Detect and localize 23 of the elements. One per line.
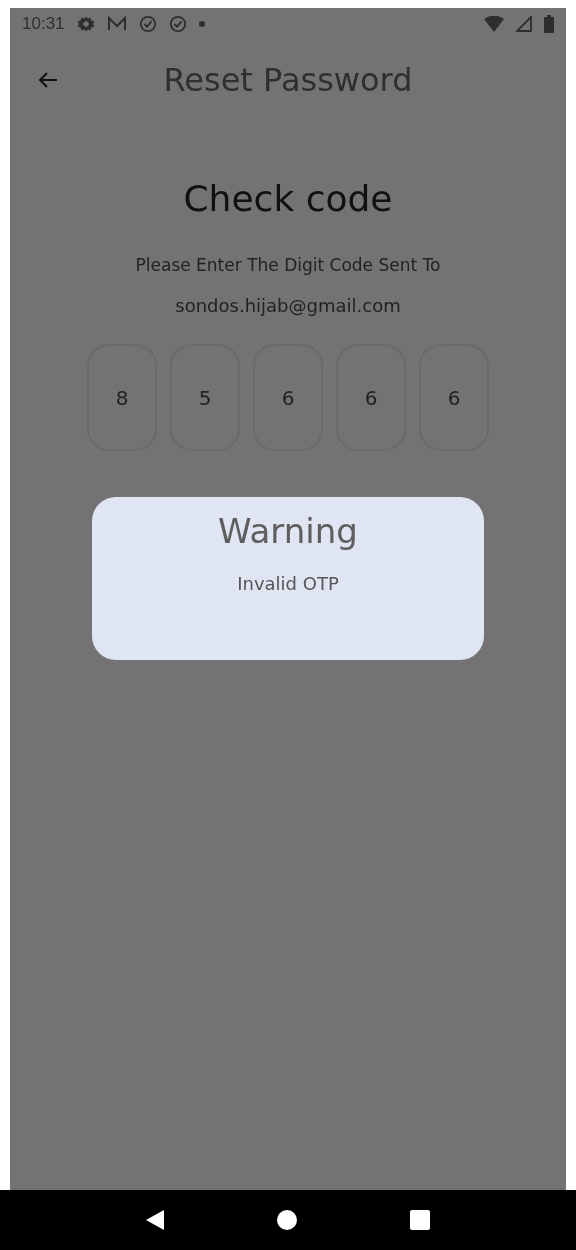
wifi-icon xyxy=(484,16,504,32)
dialog-title: Warning xyxy=(218,511,358,551)
check-circle-icon xyxy=(138,15,157,33)
dot-icon xyxy=(198,21,205,27)
mail-icon xyxy=(106,16,127,32)
code-digit-field[interactable]: 8 xyxy=(87,344,157,451)
recents-nav-icon[interactable] xyxy=(409,1210,430,1230)
status-time: 10:31 xyxy=(22,14,65,34)
code-digit-field[interactable]: 5 xyxy=(170,344,240,451)
instruction-text: Please Enter The Digit Code Sent To xyxy=(135,255,441,275)
check-circle-icon xyxy=(168,15,187,33)
code-digit-field[interactable]: 6 xyxy=(253,344,323,451)
code-digit-field[interactable]: 6 xyxy=(419,344,489,451)
heading: Check code xyxy=(183,178,393,219)
code-digit-field[interactable]: 6 xyxy=(336,344,406,451)
home-nav-icon[interactable] xyxy=(277,1210,297,1230)
signal-icon xyxy=(516,16,532,32)
email-text: sondos.hijab@gmail.com xyxy=(175,295,401,316)
back-nav-icon[interactable] xyxy=(146,1210,165,1230)
gear-icon xyxy=(76,15,95,33)
battery-icon xyxy=(544,15,554,33)
dialog-message: Invalid OTP xyxy=(237,573,339,594)
page-title: Reset Password xyxy=(163,61,413,99)
